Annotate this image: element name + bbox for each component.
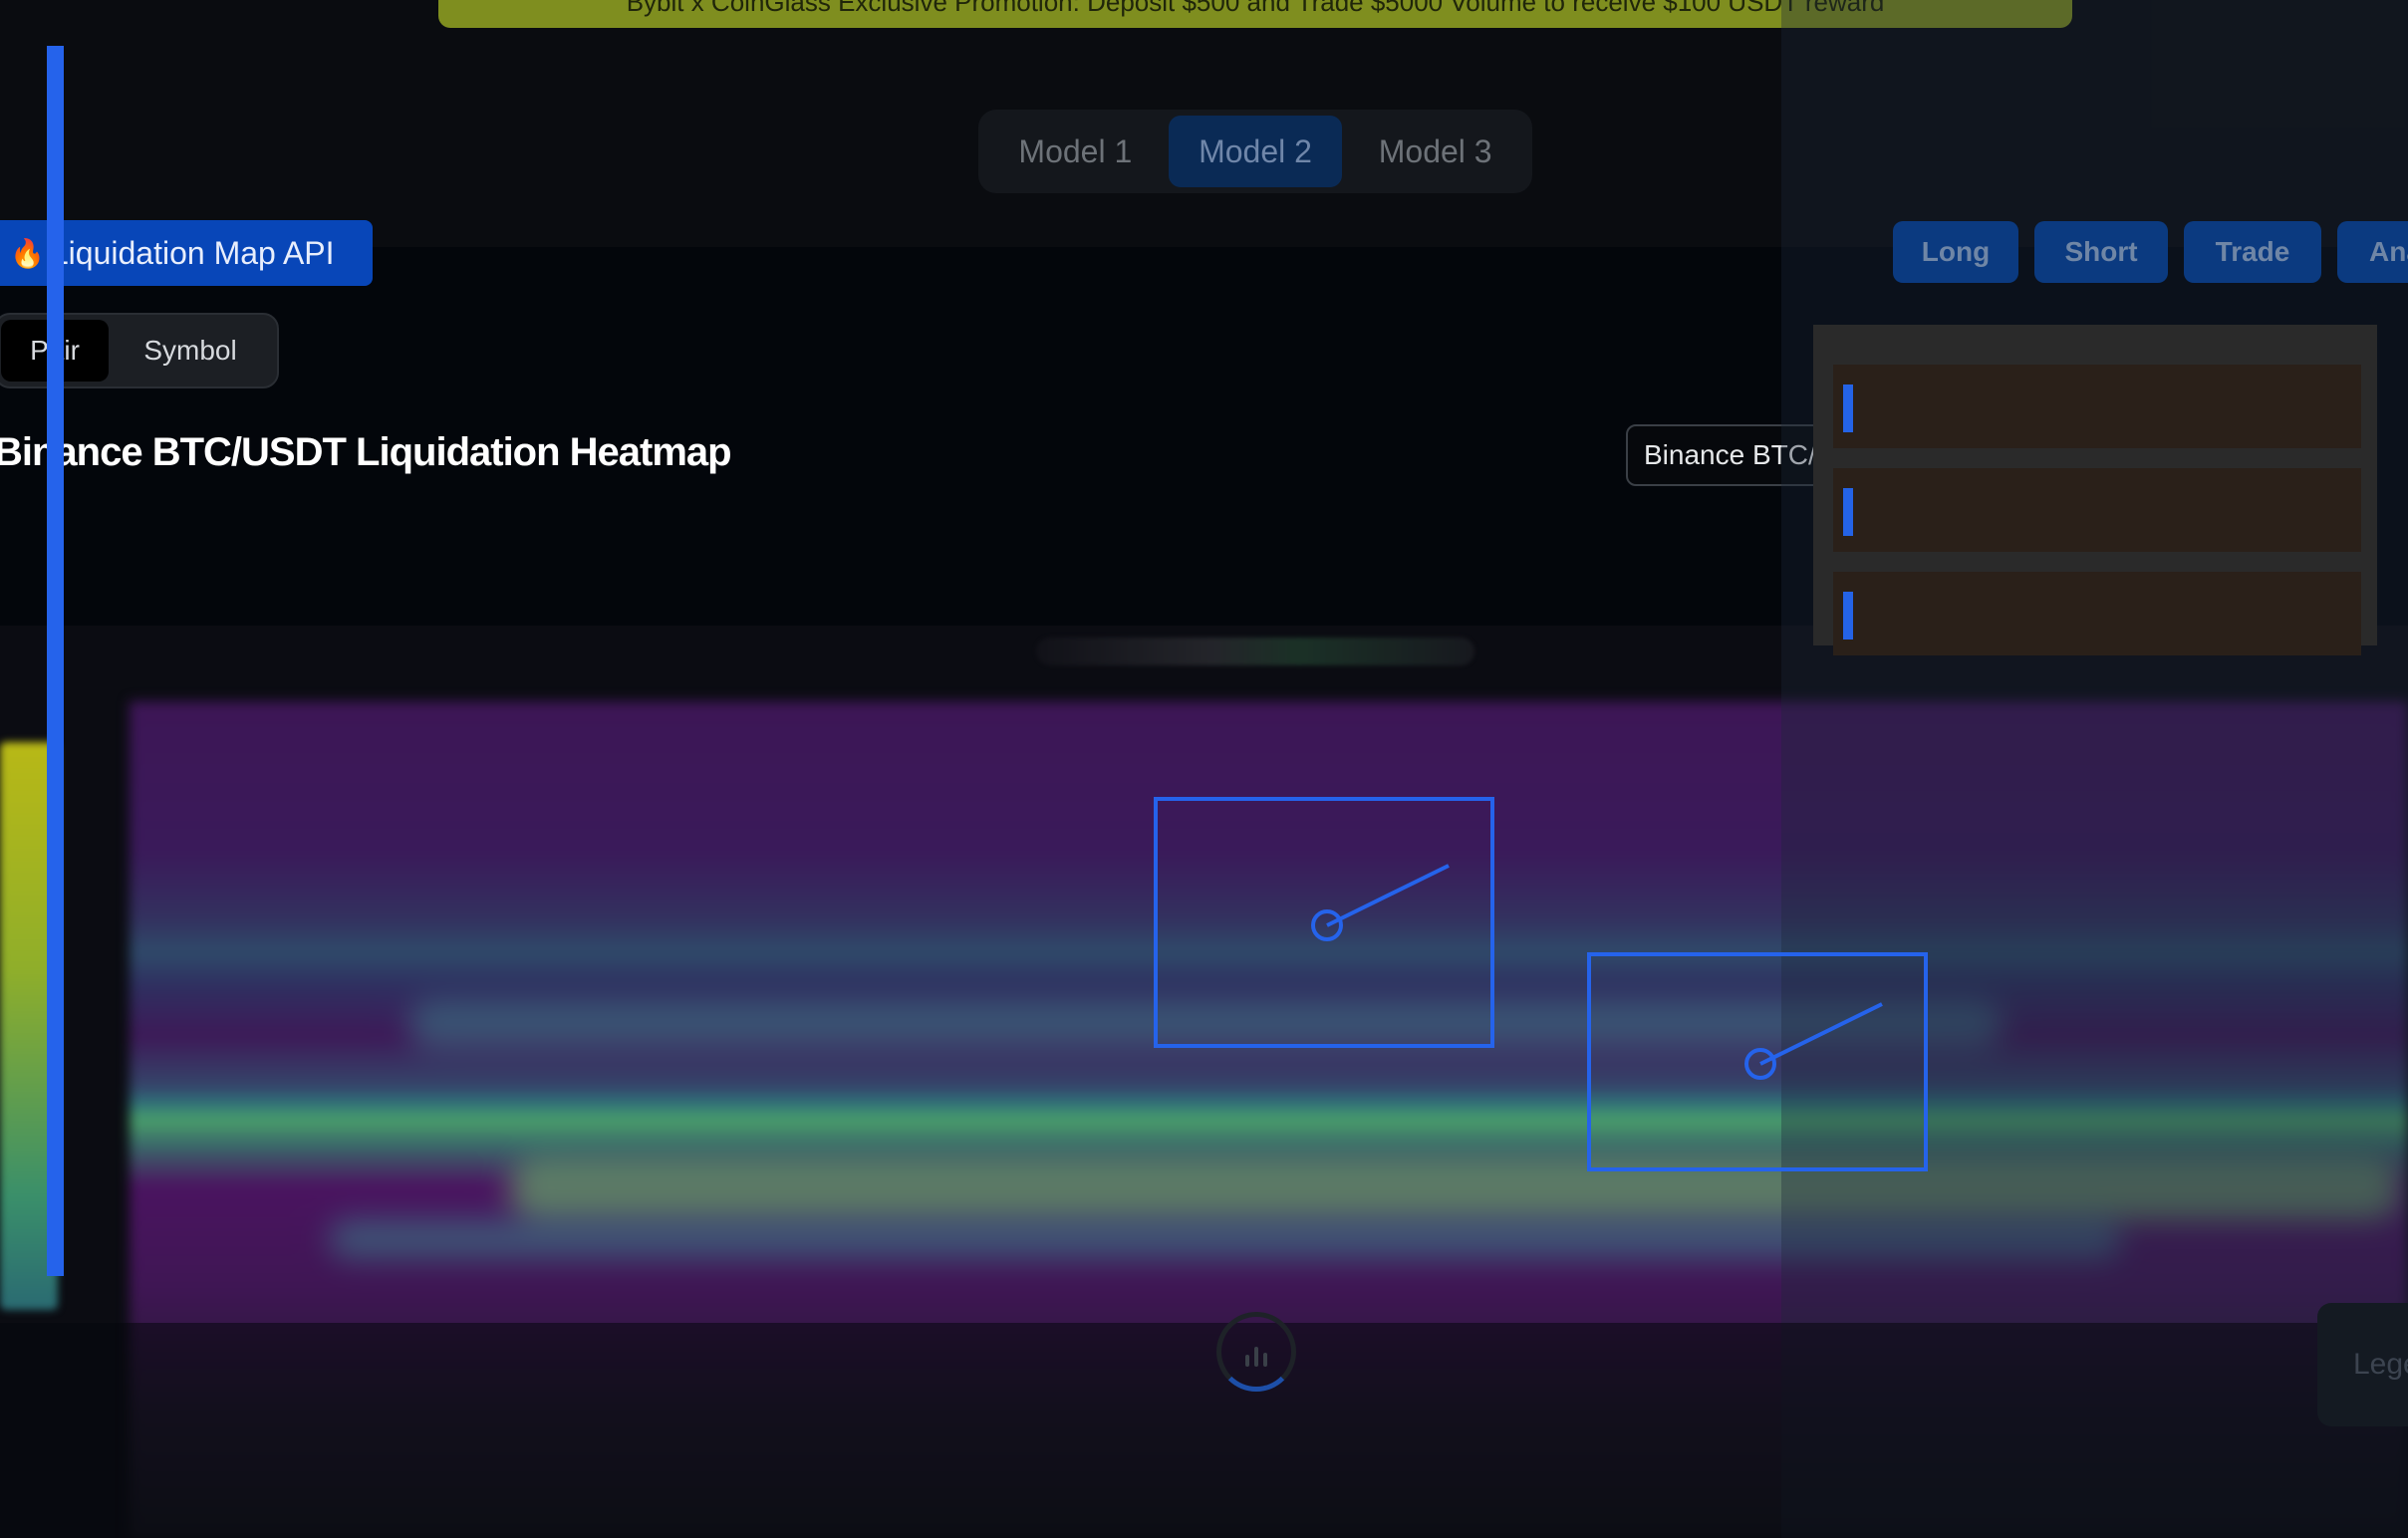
dropdown-item[interactable] [1833,468,2361,552]
toggle-symbol[interactable]: Symbol [109,320,272,382]
loading-spinner-icon [1216,1312,1296,1392]
api-button-label: Liquidation Map API [50,234,335,271]
tab-model-1[interactable]: Model 1 [988,116,1163,187]
tab-model-3[interactable]: Model 3 [1348,116,1522,187]
pair-symbol-toggle: Pair Symbol [0,313,279,388]
legend-button[interactable]: Lege [2317,1303,2408,1426]
nav-long-button[interactable]: Long [1893,221,2018,283]
annotation-box [1587,952,1928,1171]
model-tabs: Model 1 Model 2 Model 3 [978,110,1532,193]
dropdown-item[interactable] [1833,365,2361,448]
item-marker [1843,488,1853,536]
dropdown-panel [1813,325,2377,655]
nav-analysis-button[interactable]: Ana [2337,221,2408,283]
item-marker [1843,592,1853,640]
fire-icon: 🔥 [10,237,45,269]
nav-trade-button[interactable]: Trade [2184,221,2321,283]
bottom-overlay [0,1323,2408,1538]
chart-legend [1036,638,1474,665]
scroll-indicator [47,46,64,1276]
page-title: Binance BTC/USDT Liquidation Heatmap [0,430,732,474]
pointer-icon [1311,864,1450,941]
nav-short-button[interactable]: Short [2034,221,2168,283]
annotation-box [1154,797,1494,1048]
tab-model-2[interactable]: Model 2 [1168,116,1343,187]
item-marker [1843,384,1853,432]
pointer-icon [1744,1002,1883,1080]
dropdown-item[interactable] [1833,572,2361,655]
